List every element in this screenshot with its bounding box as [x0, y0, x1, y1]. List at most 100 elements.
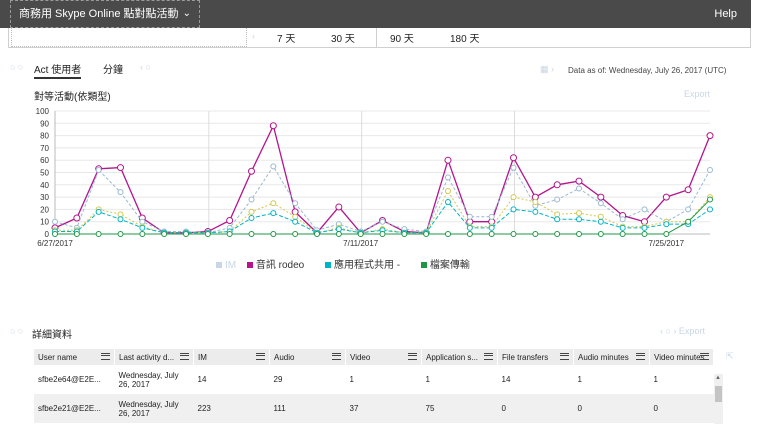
y-tick-label: 0	[45, 230, 50, 239]
col-audio-minutes[interactable]: Audio minutes	[573, 349, 650, 365]
legend-item-im[interactable]: IM	[216, 260, 236, 271]
y-tick-label: 70	[40, 144, 49, 153]
data-point	[707, 206, 713, 213]
data-point	[532, 231, 539, 237]
table-row[interactable]: sfbe2e64@E2E... Wednesday, July 26, 2017 …	[34, 365, 714, 394]
data-point	[379, 231, 386, 237]
help-link[interactable]: Help	[714, 0, 737, 28]
col-last-activity[interactable]: Last activity d...	[114, 349, 194, 365]
data-point	[248, 231, 255, 237]
data-as-of: Data as of: Wednesday, July 26, 2017 (UT…	[568, 66, 727, 75]
range-180-days[interactable]: 180 天	[450, 30, 479, 45]
data-point	[576, 185, 582, 192]
col-im[interactable]: IM	[193, 349, 270, 365]
data-point	[117, 216, 124, 223]
details-table: User name Last activity d... IM Audio Vi…	[34, 349, 714, 423]
col-audio[interactable]: Audio	[269, 349, 346, 365]
data-point	[466, 231, 473, 237]
data-point	[445, 174, 451, 181]
details-export-link[interactable]: ‹ ○ › Export	[660, 326, 705, 336]
data-point	[619, 216, 626, 223]
data-point	[510, 154, 517, 162]
data-point	[532, 208, 539, 215]
data-point	[73, 231, 80, 237]
data-point	[52, 231, 58, 237]
export-link[interactable]: Export	[684, 89, 710, 99]
report-dropdown-label: 商務用 Skype Online 點對點活動	[19, 8, 179, 20]
data-point	[619, 231, 626, 237]
col-video-minutes[interactable]: Video minutes	[649, 349, 714, 365]
data-point	[270, 231, 277, 237]
range-7-days[interactable]: 7 天	[277, 30, 295, 45]
data-point	[684, 186, 692, 194]
data-point	[466, 213, 473, 220]
data-point	[117, 231, 124, 237]
column-menu-icon	[560, 353, 569, 360]
legend-item-audio[interactable]: 音訊 rodeo	[246, 260, 304, 271]
table-row[interactable]: sfbe2e21@E2E... Wednesday, July 26, 2017 …	[34, 394, 714, 423]
chart-legend: IM 音訊 rodeo 應用程式共用 - 檔案傳輸	[216, 256, 470, 271]
col-user-name[interactable]: User name	[34, 349, 115, 365]
data-point	[444, 156, 452, 164]
y-tick-label: 20	[40, 205, 49, 214]
ghost-icon: ○ ○	[10, 326, 24, 336]
data-point	[139, 218, 146, 225]
report-dropdown[interactable]: 商務用 Skype Online 點對點活動 ⌄	[10, 0, 200, 28]
column-menu-icon	[101, 353, 110, 360]
data-point	[662, 193, 670, 201]
data-point	[707, 167, 713, 174]
range-30-days[interactable]: 30 天	[331, 30, 355, 45]
data-point	[292, 218, 299, 225]
y-tick-label: 50	[40, 169, 49, 178]
col-file-transfers[interactable]: File transfers	[497, 349, 574, 365]
data-point	[270, 163, 277, 170]
column-menu-icon	[700, 353, 709, 360]
col-video[interactable]: Video	[345, 349, 422, 365]
y-tick-label: 90	[40, 119, 49, 128]
column-menu-icon	[484, 353, 493, 360]
data-point	[117, 164, 124, 172]
data-point	[269, 122, 277, 130]
series-line	[54, 123, 711, 234]
range-selector	[8, 28, 751, 48]
data-point	[488, 231, 495, 237]
data-point	[292, 200, 299, 207]
data-point	[554, 231, 561, 237]
data-point	[554, 211, 561, 218]
data-point	[488, 213, 495, 220]
expand-icon[interactable]: ⇱	[726, 351, 734, 362]
scrollbar-thumb[interactable]	[715, 386, 722, 402]
data-point	[379, 218, 386, 225]
data-point	[706, 132, 714, 140]
data-point	[335, 203, 343, 211]
column-menu-icon	[636, 353, 645, 360]
data-point	[641, 206, 648, 213]
tab-minutes[interactable]: 分鐘	[103, 61, 123, 76]
legend-item-app-sharing[interactable]: 應用程式共用 -	[325, 260, 400, 271]
data-point	[73, 214, 81, 222]
data-point	[553, 181, 561, 189]
data-point	[335, 226, 342, 233]
range-90-days[interactable]: 90 天	[390, 30, 414, 45]
y-tick-label: 100	[36, 107, 50, 116]
data-point	[292, 231, 299, 237]
line-chart: 0 10 20 30 40 50 60 70 80 90 100 6/27/2017 7/11/2017…	[36, 107, 714, 248]
data-point	[532, 199, 539, 206]
data-point	[248, 208, 255, 215]
data-point	[445, 187, 451, 194]
data-point	[510, 231, 517, 237]
data-point	[139, 231, 146, 237]
data-point	[357, 231, 364, 237]
table-scrollbar[interactable]	[714, 374, 723, 424]
data-point	[510, 206, 517, 213]
left-arrow-icon: ‹	[252, 31, 255, 41]
tab-active-users[interactable]: Act 使用者	[34, 61, 82, 79]
y-tick-label: 60	[40, 156, 49, 165]
data-point	[510, 164, 517, 171]
data-point	[597, 231, 604, 237]
legend-item-file-transfer[interactable]: 檔案傳輸	[420, 260, 470, 271]
data-point	[95, 231, 102, 237]
data-point	[663, 221, 670, 228]
col-app-sharing[interactable]: Application s...	[421, 349, 498, 365]
scroll-up-icon[interactable]: ▲	[715, 375, 721, 381]
